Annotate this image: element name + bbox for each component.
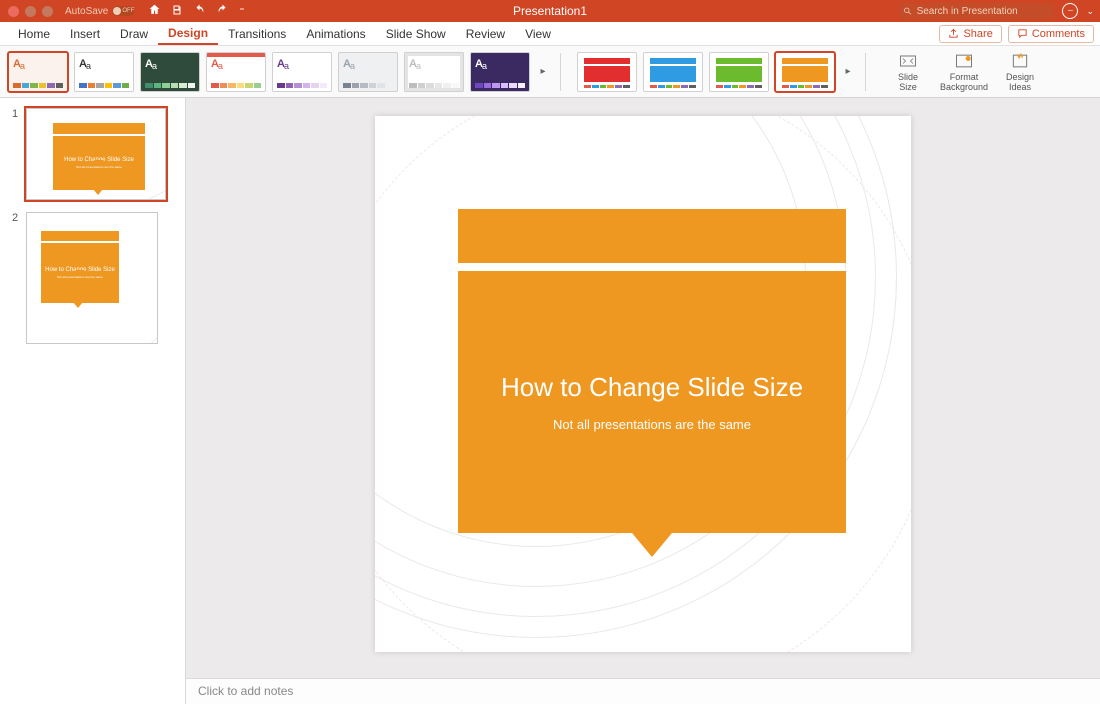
format-background-icon xyxy=(953,51,975,71)
ribbon-design-panel: AaAaAaAaAaAaAaAa ▸ ▸ Slide Size Format B… xyxy=(0,46,1100,98)
tab-draw[interactable]: Draw xyxy=(110,22,158,45)
theme-option-4[interactable]: Aa xyxy=(272,52,332,92)
design-ideas-icon xyxy=(1009,51,1031,71)
tab-animations[interactable]: Animations xyxy=(296,22,375,45)
callout-header-bar xyxy=(458,209,846,263)
home-icon[interactable] xyxy=(148,3,161,19)
customize-group: Slide Size Format Background Design Idea… xyxy=(884,51,1044,93)
slide-canvas[interactable]: How to Change Slide Size Not all present… xyxy=(375,116,911,652)
slide-size-icon xyxy=(897,51,919,71)
ribbon-tabs: Home Insert Draw Design Transitions Anim… xyxy=(0,22,1100,46)
tab-transitions[interactable]: Transitions xyxy=(218,22,296,45)
divider xyxy=(865,53,866,91)
share-button[interactable]: Share xyxy=(939,25,1001,43)
tab-slideshow[interactable]: Slide Show xyxy=(376,22,456,45)
slide-thumbnail-panel[interactable]: 1How to Change Slide SizeNot all present… xyxy=(0,98,186,704)
comment-icon xyxy=(1017,28,1028,39)
slide-subtitle[interactable]: Not all presentations are the same xyxy=(553,417,751,432)
theme-option-0[interactable]: Aa xyxy=(8,52,68,92)
redo-icon[interactable] xyxy=(216,4,229,19)
autosave-switch[interactable]: OFF xyxy=(112,6,134,16)
theme-option-1[interactable]: Aa xyxy=(74,52,134,92)
search-input[interactable] xyxy=(917,6,1051,17)
document-title: Presentation1 xyxy=(513,4,587,18)
variant-option-1[interactable] xyxy=(643,52,703,92)
tab-view[interactable]: View xyxy=(515,22,561,45)
slide-thumbnail-2[interactable]: How to Change Slide SizeNot all presenta… xyxy=(26,212,158,344)
variant-option-0[interactable] xyxy=(577,52,637,92)
workspace: 1How to Change Slide SizeNot all present… xyxy=(0,98,1100,704)
minimize-window-button[interactable] xyxy=(25,6,36,17)
slide-title[interactable]: How to Change Slide Size xyxy=(501,372,803,403)
save-icon[interactable] xyxy=(171,4,183,19)
theme-option-6[interactable]: Aa xyxy=(404,52,464,92)
tab-review[interactable]: Review xyxy=(456,22,515,45)
slide-thumbnail-1[interactable]: How to Change Slide SizeNot all presenta… xyxy=(26,108,166,200)
quick-access-toolbar: ⁼ xyxy=(148,3,244,19)
close-window-button[interactable] xyxy=(8,6,19,17)
autosave-label: AutoSave xyxy=(65,6,108,17)
tab-design[interactable]: Design xyxy=(158,22,218,45)
theme-option-5[interactable]: Aa xyxy=(338,52,398,92)
design-ideas-button[interactable]: Design Ideas xyxy=(996,51,1044,93)
undo-icon[interactable] xyxy=(193,4,206,19)
callout-body: How to Change Slide Size Not all present… xyxy=(458,271,846,533)
slide-size-button[interactable]: Slide Size xyxy=(884,51,932,93)
themes-gallery: AaAaAaAaAaAaAaAa xyxy=(8,52,530,92)
variants-gallery xyxy=(577,52,835,92)
feedback-icon[interactable] xyxy=(1062,3,1078,19)
slide-number: 1 xyxy=(12,108,20,200)
theme-option-3[interactable]: Aa xyxy=(206,52,266,92)
search-box[interactable] xyxy=(899,3,1054,19)
chevron-down-icon[interactable]: ⌄ xyxy=(1086,6,1094,17)
variant-option-2[interactable] xyxy=(709,52,769,92)
divider xyxy=(560,53,561,91)
tab-insert[interactable]: Insert xyxy=(60,22,110,45)
themes-more-button[interactable]: ▸ xyxy=(538,52,548,92)
title-callout-shape[interactable]: How to Change Slide Size Not all present… xyxy=(458,209,846,549)
theme-option-7[interactable]: Aa xyxy=(470,52,530,92)
format-background-button[interactable]: Format Background xyxy=(940,51,988,93)
zoom-window-button[interactable] xyxy=(42,6,53,17)
comments-button[interactable]: Comments xyxy=(1008,25,1094,43)
window-controls xyxy=(0,6,53,17)
slide-number: 2 xyxy=(12,212,20,344)
variants-more-button[interactable]: ▸ xyxy=(843,52,853,92)
slide-canvas-area[interactable]: How to Change Slide Size Not all present… xyxy=(186,98,1100,704)
tab-home[interactable]: Home xyxy=(8,22,60,45)
share-icon xyxy=(948,28,959,39)
autosave-toggle[interactable]: AutoSave OFF xyxy=(65,6,134,17)
theme-option-2[interactable]: Aa xyxy=(140,52,200,92)
title-bar: AutoSave OFF ⁼ Presentation1 ⌄ xyxy=(0,0,1100,22)
search-icon xyxy=(903,6,912,16)
notes-pane[interactable]: Click to add notes xyxy=(186,678,1100,704)
variant-option-3[interactable] xyxy=(775,52,835,92)
qat-customize-icon[interactable]: ⁼ xyxy=(239,6,244,17)
